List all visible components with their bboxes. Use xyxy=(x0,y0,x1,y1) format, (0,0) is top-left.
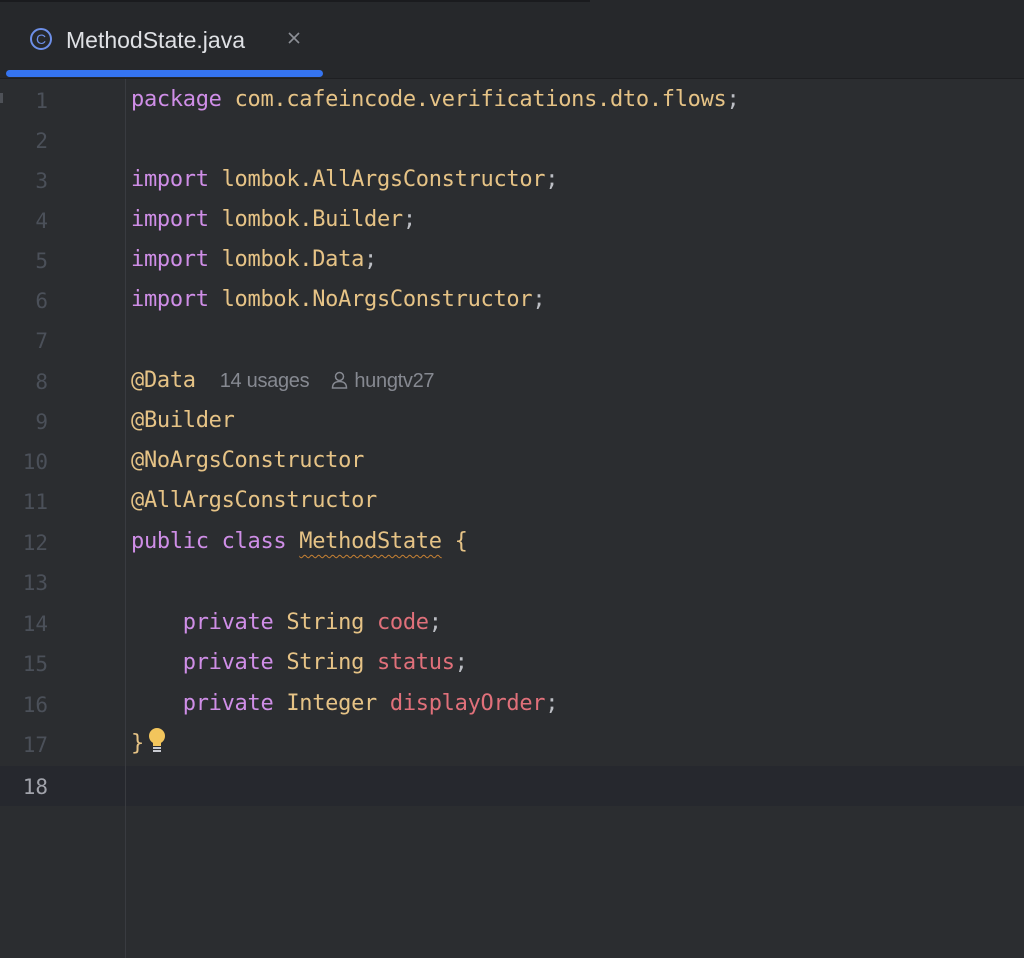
line-number: 1 xyxy=(35,89,48,113)
close-brace: } xyxy=(131,731,144,756)
class-name[interactable]: MethodState xyxy=(299,529,442,554)
code-line-current[interactable]: 18 xyxy=(0,766,1024,806)
semicolon: ; xyxy=(532,287,546,312)
annotation: @NoArgsConstructor xyxy=(131,448,365,473)
class-icon: C xyxy=(30,28,52,50)
semicolon: ; xyxy=(726,87,740,112)
code-line[interactable]: 17 } xyxy=(0,724,1024,764)
type-name: Integer xyxy=(286,691,390,716)
code-line[interactable]: 2 xyxy=(0,120,1024,160)
code-line[interactable]: 12 public class MethodState { xyxy=(0,522,1024,562)
semicolon: ; xyxy=(402,207,416,232)
code-line[interactable]: 10 @NoArgsConstructor xyxy=(0,441,1024,481)
line-number: 5 xyxy=(35,249,48,273)
import-path: lombok.NoArgsConstructor xyxy=(208,287,533,312)
annotation: @AllArgsConstructor xyxy=(131,488,377,513)
editor-tab-bar: C MethodState.java xyxy=(0,0,1024,79)
semicolon: ; xyxy=(545,167,559,192)
line-number: 4 xyxy=(35,209,48,233)
lightbulb-icon[interactable] xyxy=(146,727,168,757)
field-name: displayOrder xyxy=(389,691,546,716)
line-number: 8 xyxy=(35,370,48,394)
semicolon: ; xyxy=(364,247,377,272)
type-name: String xyxy=(286,650,377,675)
keyword: import xyxy=(131,207,209,232)
keyword: import xyxy=(131,247,209,272)
line-number: 3 xyxy=(35,169,48,193)
package-name: com.cafeincode.verifications.dto.flows xyxy=(221,87,727,112)
keyword: import xyxy=(131,167,209,192)
close-icon[interactable] xyxy=(286,30,302,46)
author-name: hungtv27 xyxy=(354,370,435,392)
field-name: code xyxy=(376,610,429,635)
keyword: import xyxy=(131,287,209,312)
code-line[interactable]: 13 xyxy=(0,562,1024,602)
line-number: 16 xyxy=(22,693,48,717)
import-path: lombok.Builder xyxy=(208,207,404,232)
usages-hint[interactable]: 14 usages xyxy=(220,370,310,392)
annotation: @Builder xyxy=(131,408,235,433)
code-line[interactable]: 3 import lombok.AllArgsConstructor; xyxy=(0,160,1024,200)
line-number: 11 xyxy=(22,490,48,514)
keyword: private xyxy=(182,610,287,635)
semicolon: ; xyxy=(454,650,468,675)
line-number: 17 xyxy=(22,733,48,757)
tab-title: MethodState.java xyxy=(66,27,246,53)
author-hint[interactable]: hungtv27 xyxy=(331,370,435,392)
code-line[interactable]: 8 @Data 14 usages hungtv27 xyxy=(0,361,1024,401)
annotation: @Data xyxy=(131,368,196,393)
code-line[interactable]: 7 xyxy=(0,320,1024,360)
code-line[interactable]: 11 @AllArgsConstructor xyxy=(0,481,1024,521)
code-line[interactable]: 9 @Builder xyxy=(0,401,1024,441)
open-brace: { xyxy=(454,529,468,554)
person-icon xyxy=(332,371,348,389)
keyword: package xyxy=(131,87,222,112)
code-line[interactable]: 5 import lombok.Data; xyxy=(0,240,1024,280)
line-number: 6 xyxy=(35,289,48,313)
semicolon: ; xyxy=(428,610,442,635)
semicolon: ; xyxy=(545,691,559,716)
field-name: status xyxy=(376,650,455,675)
line-number: 13 xyxy=(22,571,48,595)
keyword: private xyxy=(182,650,287,675)
active-tab-indicator xyxy=(6,70,323,77)
line-number: 14 xyxy=(22,612,48,636)
code-line[interactable]: 14 private String code; xyxy=(0,603,1024,643)
line-number: 7 xyxy=(35,329,48,353)
line-number: 15 xyxy=(22,652,48,676)
code-line[interactable]: 16 private Integer displayOrder; xyxy=(0,684,1024,724)
code-line[interactable]: 4 import lombok.Builder; xyxy=(0,200,1024,240)
import-path: lombok.Data xyxy=(208,247,365,272)
keyword: public class xyxy=(131,529,300,554)
line-number: 18 xyxy=(22,775,48,799)
tab-methodstate-java[interactable]: C MethodState.java xyxy=(6,0,324,78)
import-path: lombok.AllArgsConstructor xyxy=(208,167,546,192)
code-line[interactable]: 1 package com.cafeincode.verifications.d… xyxy=(0,80,1024,120)
type-name: String xyxy=(286,610,377,635)
code-line[interactable]: 15 private String status; xyxy=(0,643,1024,683)
code-editor[interactable]: 1 package com.cafeincode.verifications.d… xyxy=(0,79,1024,958)
line-number: 2 xyxy=(35,129,48,153)
line-number: 12 xyxy=(22,531,48,555)
code-line[interactable]: 6 import lombok.NoArgsConstructor; xyxy=(0,280,1024,320)
keyword: private xyxy=(182,691,287,716)
ide-window: C MethodState.java 1 package com.cafeinc… xyxy=(0,0,1024,958)
line-number: 10 xyxy=(22,450,48,474)
line-number: 9 xyxy=(35,410,48,434)
